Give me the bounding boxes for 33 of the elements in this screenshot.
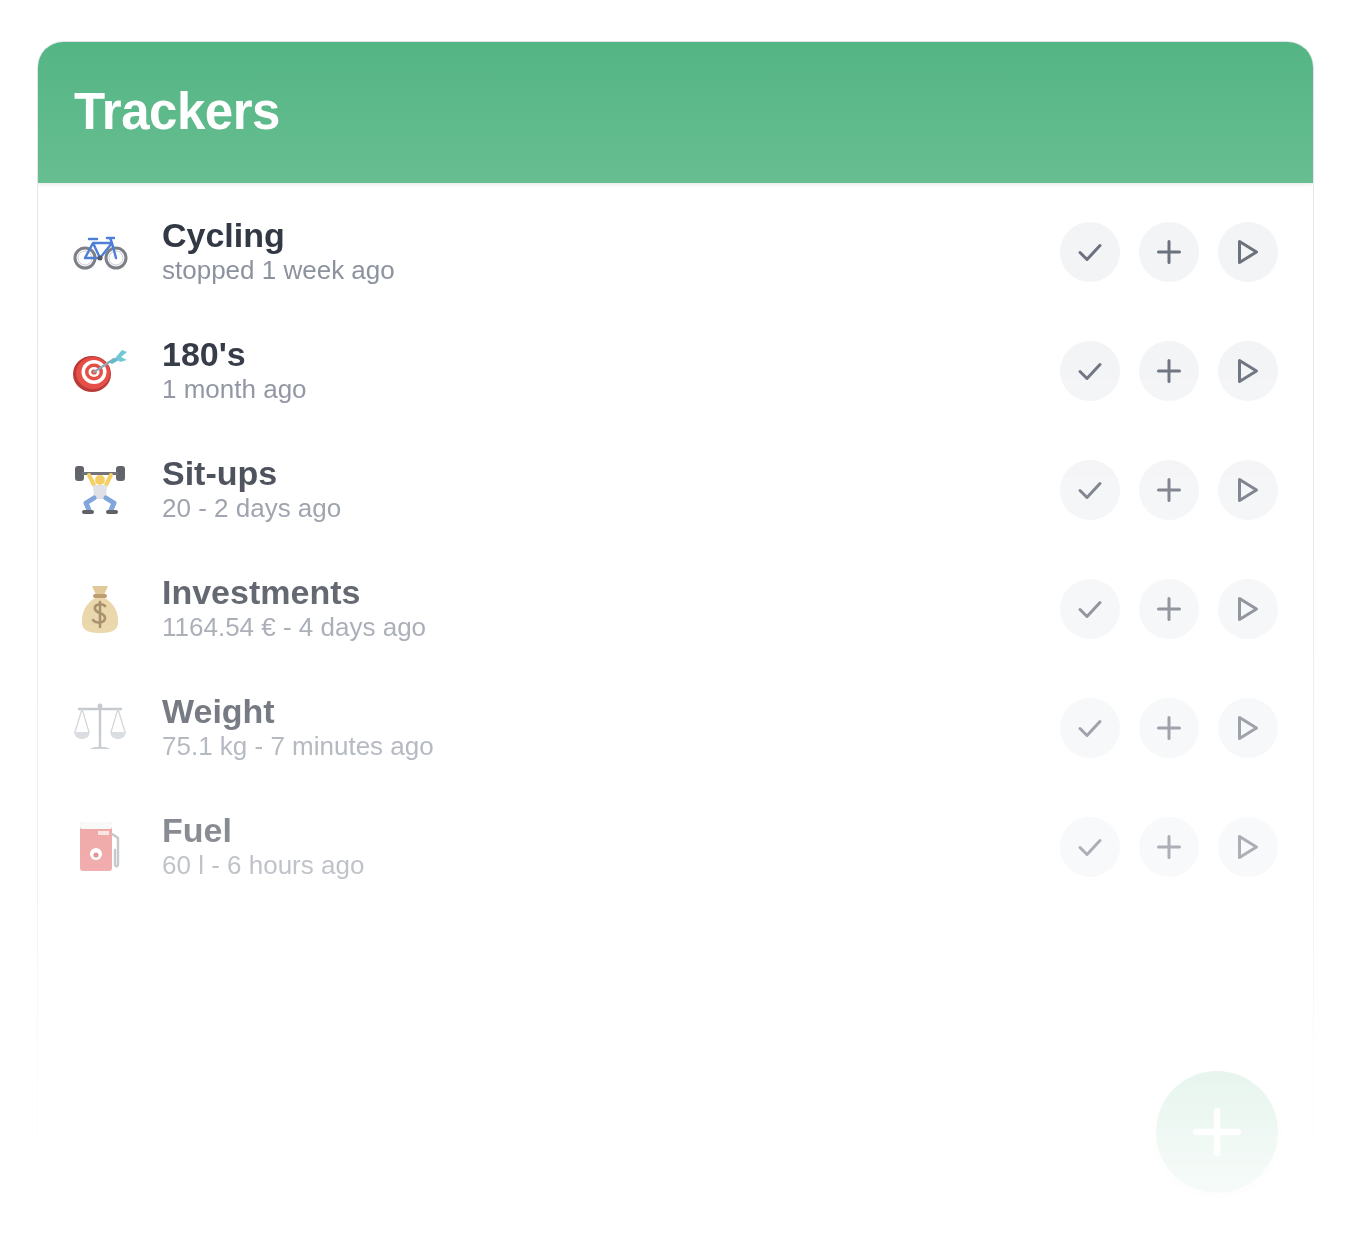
- tracker-detail: 1164.54 € - 4 days ago: [162, 612, 427, 644]
- header-title: Trackers: [74, 84, 280, 141]
- check-icon: [1077, 479, 1103, 500]
- tracker-name: Investments: [162, 573, 361, 613]
- tracker-name: Fuel: [162, 811, 232, 851]
- play-icon: [1237, 238, 1259, 265]
- plus-icon: [1157, 834, 1181, 859]
- play-icon: [1237, 595, 1259, 622]
- money-bag-icon: [80, 583, 120, 634]
- plus-icon: [1157, 596, 1181, 621]
- check-icon: [1077, 717, 1103, 738]
- play-icon: [1237, 476, 1259, 503]
- plus-icon: [1157, 239, 1181, 264]
- dart-target-icon: [72, 348, 128, 393]
- plus-icon: [1157, 715, 1181, 740]
- tracker-detail: 20 - 2 days ago: [162, 493, 342, 525]
- plus-icon: [1157, 358, 1181, 383]
- check-icon: [1077, 241, 1103, 262]
- check-icon: [1077, 360, 1103, 381]
- tracker-name: Sit-ups: [162, 454, 278, 494]
- play-icon: [1237, 357, 1259, 384]
- tracker-name: Weight: [162, 692, 275, 732]
- plus-icon: [1157, 477, 1181, 502]
- tracker-detail: 60 l - 6 hours ago: [162, 850, 365, 882]
- tracker-detail: 1 month ago: [162, 374, 307, 406]
- check-icon: [1077, 836, 1103, 857]
- play-icon: [1237, 833, 1259, 860]
- check-icon: [1077, 598, 1103, 619]
- tracker-name: Cycling: [162, 216, 285, 256]
- tracker-name: 180's: [162, 335, 246, 375]
- play-icon: [1237, 714, 1259, 741]
- tracker-detail: 75.1 kg - 7 minutes ago: [162, 731, 434, 763]
- tracker-detail: stopped 1 week ago: [162, 255, 395, 287]
